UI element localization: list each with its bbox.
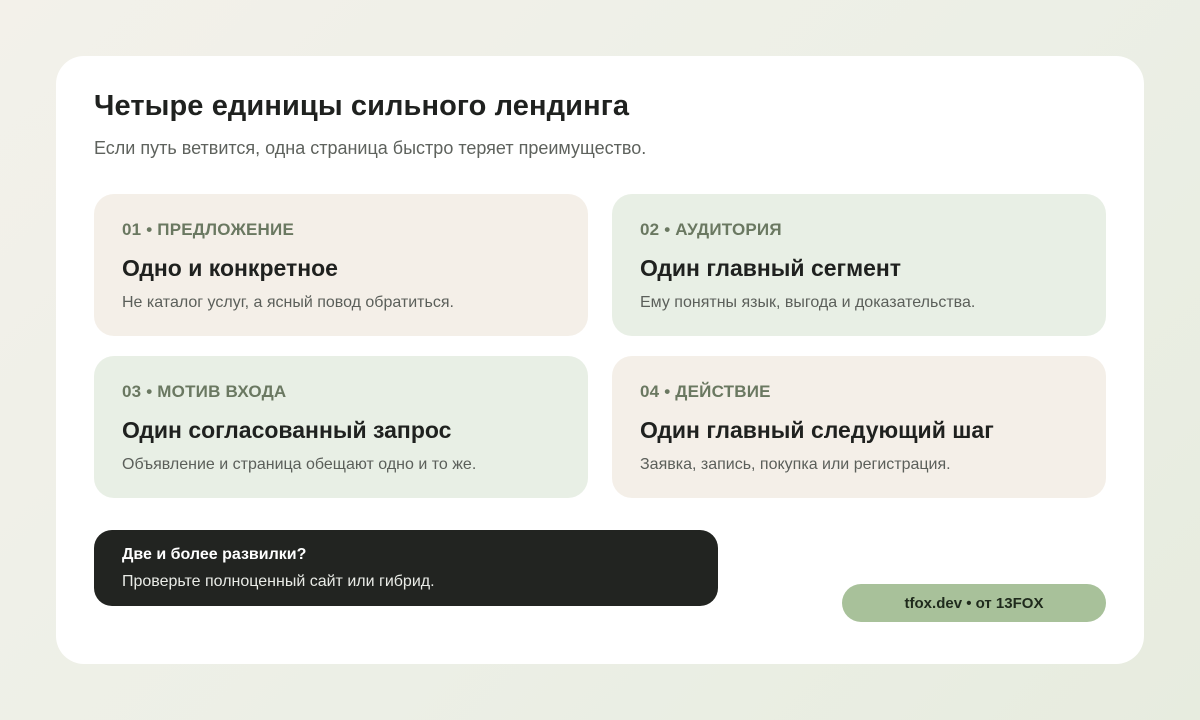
tile-text: Ему понятны язык, выгода и доказательств… [640, 294, 976, 311]
tile-heading: Один согласованный запрос [122, 417, 452, 443]
tile-heading: Один главный сегмент [640, 255, 902, 281]
tile-offer: 01 • ПРЕДЛОЖЕНИЕ Одно и конкретное Не ка… [94, 194, 588, 336]
tile-label: 03 • МОТИВ ВХОДА [122, 382, 287, 401]
tile-text: Не каталог услуг, а ясный повод обратить… [122, 294, 454, 311]
tile-audience: 02 • АУДИТОРИЯ Один главный сегмент Ему … [612, 194, 1106, 336]
page-subtitle: Если путь ветвится, одна страница быстро… [94, 138, 647, 158]
tile-heading: Одно и конкретное [122, 255, 338, 281]
page-title: Четыре единицы сильного лендинга [94, 90, 630, 122]
tile-label: 02 • АУДИТОРИЯ [640, 220, 782, 239]
tile-label: 04 • ДЕЙСТВИЕ [640, 382, 771, 401]
tile-entry-motive: 03 • МОТИВ ВХОДА Один согласованный запр… [94, 356, 588, 498]
callout-text: Проверьте полноценный сайт или гибрид. [122, 573, 435, 590]
tile-heading: Один главный следующий шаг [640, 417, 994, 443]
tile-action: 04 • ДЕЙСТВИЕ Один главный следующий шаг… [612, 356, 1106, 498]
tile-label: 01 • ПРЕДЛОЖЕНИЕ [122, 220, 294, 239]
tile-text: Объявление и страница обещают одно и то … [122, 456, 477, 473]
callout-banner: Две и более развилки? Проверьте полноцен… [94, 530, 718, 606]
brand-badge: tfox.dev • от 13FOX [842, 584, 1106, 622]
callout-title: Две и более развилки? [122, 546, 307, 563]
content-card: Четыре единицы сильного лендинга Если пу… [56, 56, 1144, 664]
tile-text: Заявка, запись, покупка или регистрация. [640, 456, 951, 473]
